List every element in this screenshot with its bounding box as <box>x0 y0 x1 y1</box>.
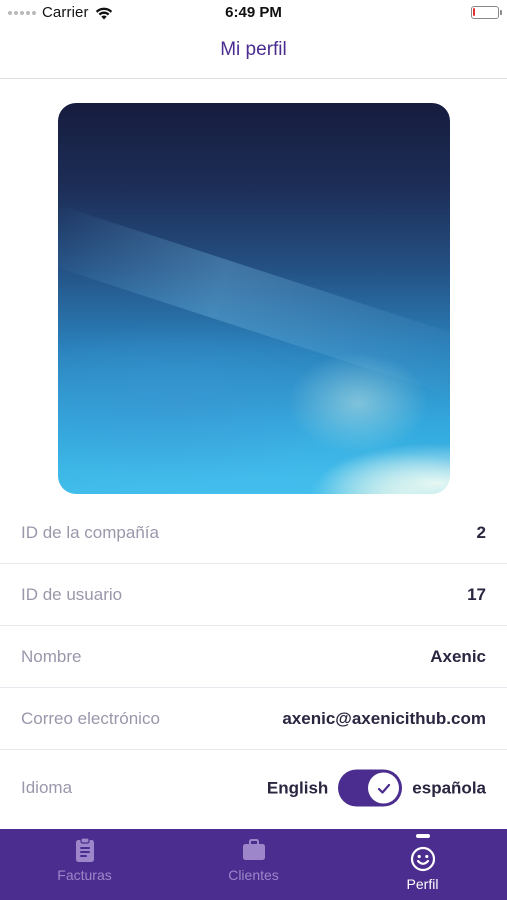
language-toggle[interactable] <box>338 769 403 807</box>
name-value: Axenic <box>430 646 486 666</box>
user-id-label: ID de usuario <box>21 584 123 604</box>
tab-perfil-label: Perfil <box>406 876 439 892</box>
email-value: axenic@axenicithub.com <box>282 708 486 728</box>
language-selector: English española <box>267 769 486 807</box>
company-id-value: 2 <box>476 522 486 542</box>
briefcase-icon <box>242 839 265 860</box>
language-label: Idioma <box>21 778 73 797</box>
info-row-language: Idioma English española <box>0 750 507 826</box>
battery-icon <box>471 6 502 19</box>
tab-facturas[interactable]: Facturas <box>0 829 169 900</box>
profile-photo[interactable] <box>58 103 450 494</box>
name-label: Nombre <box>21 646 82 666</box>
info-row-company-id: ID de la compañía 2 <box>0 502 507 564</box>
checkmark-icon <box>377 783 390 794</box>
status-bar: Carrier 6:49 PM <box>0 0 507 26</box>
tab-facturas-label: Facturas <box>57 867 112 883</box>
info-row-name: Nombre Axenic <box>0 626 507 688</box>
battery-level <box>473 8 475 16</box>
status-time: 6:49 PM <box>225 4 282 21</box>
smiley-icon <box>410 846 435 872</box>
tab-clientes-label: Clientes <box>228 867 279 883</box>
tab-clientes[interactable]: Clientes <box>169 829 338 900</box>
email-label: Correo electrónico <box>21 708 160 728</box>
navigation-bar: Mi perfil <box>0 26 507 79</box>
profile-info-list: ID de la compañía 2 ID de usuario 17 Nom… <box>0 502 507 826</box>
active-tab-indicator <box>415 834 430 838</box>
company-id-label: ID de la compañía <box>21 522 159 542</box>
toggle-knob[interactable] <box>368 772 400 804</box>
language-option-english[interactable]: English <box>267 778 328 798</box>
tab-bar: Facturas Clientes Perfil <box>0 829 507 900</box>
info-row-user-id: ID de usuario 17 <box>0 564 507 626</box>
info-row-email: Correo electrónico axenic@axenicithub.co… <box>0 688 507 750</box>
tab-perfil[interactable]: Perfil <box>338 829 507 900</box>
language-option-spanish[interactable]: española <box>412 778 486 798</box>
page-title: Mi perfil <box>220 39 287 60</box>
user-id-value: 17 <box>467 584 486 604</box>
clipboard-icon <box>75 837 94 862</box>
